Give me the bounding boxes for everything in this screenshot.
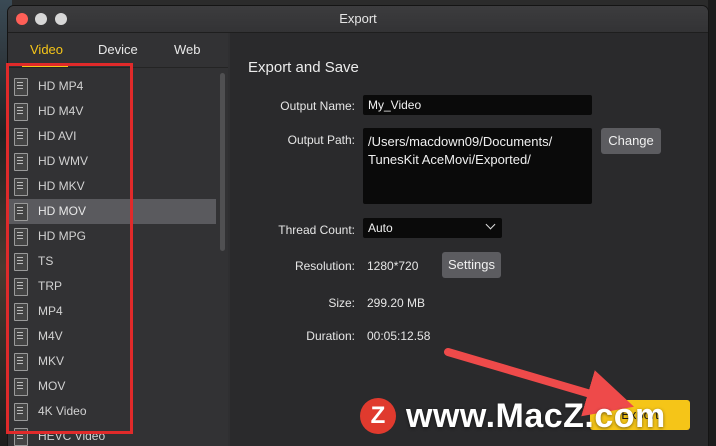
video-file-icon (14, 403, 28, 421)
video-file-icon (14, 178, 28, 196)
thread-count-label: Thread Count: (278, 223, 355, 237)
format-label: TRP (38, 279, 62, 293)
video-file-icon (14, 203, 28, 221)
output-path-line2: TunesKit AceMovi/Exported/ (368, 152, 531, 167)
video-file-icon (14, 278, 28, 296)
format-item-mov[interactable]: MOV (8, 374, 216, 399)
video-file-icon (14, 103, 28, 121)
format-item-hd-mp4[interactable]: HD MP4 (8, 74, 216, 99)
settings-button[interactable]: Settings (442, 252, 501, 278)
format-item-hd-mpg[interactable]: HD MPG (8, 224, 216, 249)
format-label: HD MOV (38, 204, 86, 218)
title-bar: Export (8, 6, 708, 33)
resolution-value: 1280*720 (367, 259, 419, 273)
video-file-icon (14, 353, 28, 371)
tab-video[interactable]: Video (30, 42, 63, 57)
format-label: MOV (38, 379, 66, 393)
format-label: MKV (38, 354, 65, 368)
format-label: HD WMV (38, 154, 88, 168)
video-file-icon (14, 228, 28, 246)
background-app-edge-right (708, 0, 716, 446)
format-item-4k-video[interactable]: 4K Video (8, 399, 216, 424)
size-value: 299.20 MB (367, 296, 426, 310)
format-panel: Video Device Web HD MP4 HD M4V HD AVI HD… (8, 33, 228, 446)
video-file-icon (14, 253, 28, 271)
duration-value: 00:05:12.58 (367, 329, 431, 343)
video-file-icon (14, 153, 28, 171)
format-item-hd-wmv[interactable]: HD WMV (8, 149, 216, 174)
format-item-hevc-video[interactable]: HEVC Video (8, 424, 216, 446)
window-title: Export (339, 11, 377, 26)
format-label: TS (38, 254, 54, 268)
resolution-label: Resolution: (294, 259, 355, 273)
video-file-icon (14, 378, 28, 396)
thread-count-select[interactable]: Auto (363, 218, 502, 238)
size-label: Size: (328, 296, 355, 310)
format-item-hd-m4v[interactable]: HD M4V (8, 99, 216, 124)
section-title: Export and Save (248, 59, 359, 76)
tab-device[interactable]: Device (98, 42, 138, 57)
format-label: 4K Video (38, 404, 87, 418)
format-item-hd-mov[interactable]: HD MOV (8, 199, 216, 224)
format-item-hd-avi[interactable]: HD AVI (8, 124, 216, 149)
format-label: M4V (38, 329, 63, 343)
output-path-label: Output Path: (287, 133, 355, 147)
video-file-icon (14, 78, 28, 96)
output-name-value: My_Video (368, 98, 422, 112)
watermark-logo: Z (360, 398, 396, 434)
output-path-line1: /Users/macdown09/Documents/ (368, 134, 553, 149)
thread-count-value: Auto (368, 221, 393, 235)
format-item-hd-mkv[interactable]: HD MKV (8, 174, 216, 199)
active-tab-indicator (22, 65, 68, 67)
format-item-ts[interactable]: TS (8, 249, 216, 274)
format-item-trp[interactable]: TRP (8, 274, 216, 299)
output-name-label: Output Name: (280, 99, 355, 113)
format-label: HD MP4 (38, 79, 84, 93)
format-list: HD MP4 HD M4V HD AVI HD WMV HD MKV HD MO… (8, 71, 216, 446)
format-label: HEVC Video (38, 429, 106, 443)
format-item-mp4[interactable]: MP4 (8, 299, 216, 324)
chevron-down-icon (485, 219, 496, 230)
tab-web[interactable]: Web (174, 42, 201, 57)
format-tabs: Video Device Web (8, 33, 228, 68)
format-label: HD M4V (38, 104, 84, 118)
video-file-icon (14, 303, 28, 321)
format-label: HD MKV (38, 179, 85, 193)
output-name-input[interactable]: My_Video (363, 95, 592, 115)
video-file-icon (14, 328, 28, 346)
video-file-icon (14, 428, 28, 446)
watermark-text: www.MacZ.com (406, 397, 666, 435)
format-label: HD AVI (38, 129, 77, 143)
format-label: MP4 (38, 304, 63, 318)
duration-label: Duration: (306, 329, 355, 343)
format-item-m4v[interactable]: M4V (8, 324, 216, 349)
change-path-button[interactable]: Change (601, 128, 661, 154)
format-item-mkv[interactable]: MKV (8, 349, 216, 374)
format-label: HD MPG (38, 229, 86, 243)
video-file-icon (14, 128, 28, 146)
output-path-field[interactable]: /Users/macdown09/Documents/ TunesKit Ace… (363, 128, 592, 204)
